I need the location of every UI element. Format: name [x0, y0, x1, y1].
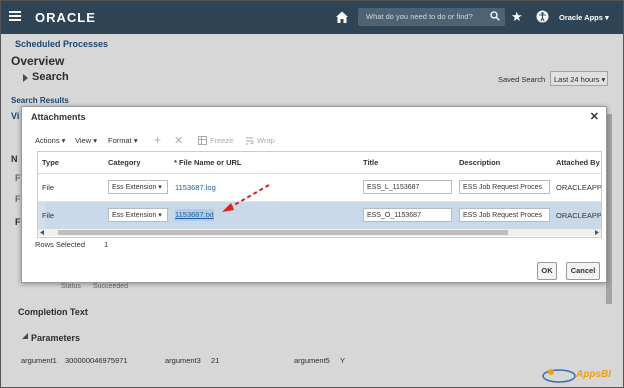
column-category[interactable]: Category — [108, 152, 141, 173]
table-row-selected[interactable]: File Ess Extension ▾ 1153687.txt ESS_O_1… — [38, 202, 601, 229]
menu-icon[interactable] — [9, 11, 21, 21]
column-title[interactable]: Title — [363, 152, 378, 173]
column-type[interactable]: Type — [42, 152, 59, 173]
title-input[interactable]: ESS_O_1153687 — [363, 208, 452, 222]
delete-icon[interactable]: ✕ — [174, 134, 183, 147]
search-placeholder: What do you need to do or find? — [366, 12, 473, 21]
attached-by-cell: ORACLEAPP — [556, 211, 602, 220]
description-input[interactable]: ESS Job Request Proces — [459, 208, 550, 222]
accessibility-icon[interactable] — [536, 10, 549, 23]
column-attached-by[interactable]: Attached By — [556, 152, 600, 173]
scrollbar-thumb[interactable] — [58, 230, 508, 235]
add-icon[interactable]: + — [154, 133, 161, 147]
category-select[interactable]: Ess Extension ▾ — [108, 208, 168, 222]
rows-selected-count: 1 — [104, 240, 109, 249]
description-input[interactable]: ESS Job Request Proces — [459, 180, 550, 194]
user-menu[interactable]: Oracle Apps ▾ — [559, 13, 609, 22]
type-cell: File — [42, 211, 55, 220]
watermark-text: AppsBI — [576, 369, 611, 380]
file-link[interactable]: 1153687.log — [175, 174, 216, 201]
favorites-star-icon[interactable]: ★ — [511, 10, 523, 23]
table-row[interactable]: File Ess Extension ▾ 1153687.log ESS_L_1… — [38, 174, 601, 202]
category-select[interactable]: Ess Extension ▾ — [108, 180, 168, 194]
close-icon[interactable]: ✕ — [590, 110, 599, 123]
type-cell: File — [42, 183, 55, 192]
view-menu[interactable]: View ▾ — [75, 136, 97, 145]
global-header: ORACLE What do you need to do or find? ★… — [1, 1, 623, 34]
home-icon[interactable] — [335, 10, 349, 24]
scroll-left-icon[interactable] — [40, 230, 45, 235]
ok-button[interactable]: OK — [537, 262, 557, 280]
wrap-icon — [246, 137, 254, 145]
rows-selected-label: Rows Selected — [35, 240, 86, 249]
scroll-right-icon[interactable] — [594, 230, 599, 235]
column-description[interactable]: Description — [459, 152, 500, 173]
cancel-button[interactable]: Cancel — [566, 262, 600, 280]
actions-menu[interactable]: Actions ▾ — [35, 136, 65, 145]
freeze-button[interactable]: Freeze — [210, 136, 233, 145]
attachments-dialog: Attachments ✕ Actions ▾ View ▾ Format ▾ … — [21, 106, 607, 283]
search-icon[interactable] — [490, 11, 500, 21]
freeze-icon — [198, 136, 207, 145]
app-window: ORACLE What do you need to do or find? ★… — [0, 0, 624, 388]
wrap-button[interactable]: Wrap — [257, 136, 275, 145]
column-file-name[interactable]: * File Name or URL — [174, 152, 242, 173]
dialog-title: Attachments — [31, 112, 86, 122]
title-input[interactable]: ESS_L_1153687 — [363, 180, 452, 194]
attachments-table: Type Category * File Name or URL Title D… — [37, 151, 602, 238]
red-arrow-annotation — [222, 184, 270, 212]
table-header: Type Category * File Name or URL Title D… — [38, 152, 601, 174]
attached-by-cell: ORACLEAPP — [556, 183, 602, 192]
oracle-logo: ORACLE — [35, 10, 96, 25]
horizontal-scrollbar[interactable] — [38, 229, 601, 236]
global-search-input[interactable]: What do you need to do or find? — [358, 8, 505, 26]
file-link[interactable]: 1153687.txt — [175, 209, 214, 221]
format-menu[interactable]: Format ▾ — [108, 136, 138, 145]
